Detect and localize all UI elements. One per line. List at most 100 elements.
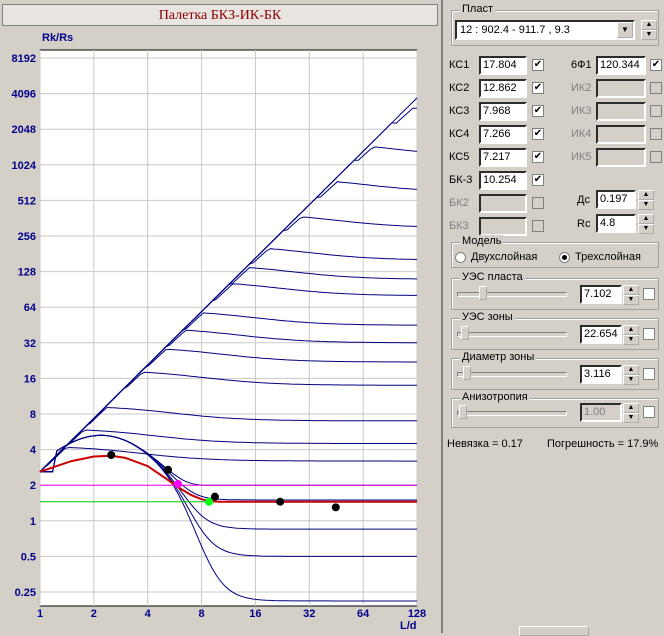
palette-chart[interactable]: 1 2 4 8 16 32 64 128819240962048102451225612864… [0,26,441,633]
diam-field[interactable]: 3.116 [580,365,622,384]
uzs-zone-checkbox[interactable] [643,328,655,340]
param-label: КС3 [449,105,470,117]
param-checkbox[interactable]: ✔ [532,151,544,163]
dc-field[interactable]: 0.197 [596,190,636,209]
chart-title: Палетка БКЗ-ИК-БК [2,4,438,26]
arrow-up-icon[interactable]: ▲ [623,285,639,295]
param-label: КС2 [449,82,470,94]
arrow-up-icon[interactable]: ▲ [641,20,657,30]
param-label: БК2 [449,197,469,209]
highlight-point [173,479,182,488]
uzs-plast-field[interactable]: 7.102 [580,285,622,304]
param-field[interactable]: 7.266 [479,125,527,144]
param-field[interactable]: 7.968 [479,102,527,121]
measured-point [164,465,173,474]
x-tick-label: 16 [249,608,261,620]
aniso-slider[interactable] [457,403,567,423]
plast-select[interactable]: 12 : 902.4 - 911.7 , 9.3 ▼ [455,20,635,40]
model-two-label: Двухслойная [471,251,538,263]
arrow-down-icon[interactable]: ▼ [638,224,654,234]
param-field[interactable]: 12.862 [479,79,527,98]
param-checkbox[interactable]: ✔ [650,59,662,71]
param-checkbox[interactable]: ✔ [532,82,544,94]
model-three-radio[interactable] [559,252,570,263]
param-field[interactable]: 10.254 [479,171,527,190]
param-checkbox[interactable] [650,105,662,117]
rc-spinner[interactable]: ▲ ▼ [638,214,654,234]
param-label: 6Ф1 [571,59,592,71]
y-tick-label: 1 [30,516,36,528]
param-field[interactable]: 7.217 [479,148,527,167]
aniso-field[interactable]: 1.00 [580,403,622,422]
diam-slider[interactable] [457,364,567,384]
y-tick-label: 8192 [12,53,36,65]
param-checkbox[interactable]: ✔ [532,105,544,117]
x-tick-label: 8 [199,608,205,620]
param-field[interactable] [596,148,646,167]
measured-point [276,497,285,506]
param-label: ИК5 [571,151,592,163]
uzs-plast-spinner[interactable]: ▲ ▼ [623,285,639,305]
model-two-radio[interactable] [455,252,466,263]
param-checkbox[interactable] [650,82,662,94]
arrow-up-icon[interactable]: ▲ [638,190,654,200]
arrow-down-icon[interactable]: ▼ [623,295,639,305]
slider-thumb[interactable] [463,366,471,380]
arrow-up-icon[interactable]: ▲ [623,325,639,335]
y-tick-label: 2048 [12,124,36,136]
param-checkbox[interactable]: ✔ [532,174,544,186]
aniso-spinner[interactable]: ▲ ▼ [623,403,639,423]
arrow-up-icon[interactable]: ▲ [623,403,639,413]
rc-field[interactable]: 4.8 [596,214,636,233]
arrow-down-icon[interactable]: ▼ [638,200,654,210]
slider-thumb[interactable] [479,286,487,300]
param-field[interactable] [596,125,646,144]
arrow-down-icon[interactable]: ▼ [641,30,657,40]
slider-thumb[interactable] [459,405,467,419]
slider-thumb[interactable] [461,326,469,340]
param-field[interactable] [479,194,527,213]
y-tick-label: 16 [24,373,36,385]
y-tick-label: 1024 [12,160,37,172]
param-field[interactable]: 120.344 [596,56,646,75]
uzs-zone-slider[interactable] [457,324,567,344]
param-field[interactable] [479,217,527,236]
arrow-up-icon[interactable]: ▲ [623,365,639,375]
param-checkbox[interactable] [532,197,544,209]
param-checkbox[interactable]: ✔ [532,128,544,140]
param-field[interactable]: 17.804 [479,56,527,75]
uzs-plast-slider[interactable] [457,284,567,304]
uzs-zone-field[interactable]: 22.654 [580,325,622,344]
model-three-label: Трехслойная [575,251,641,263]
param-label: ИК4 [571,128,592,140]
y-tick-label: 32 [24,338,36,350]
arrow-down-icon[interactable]: ▼ [623,413,639,423]
arrow-down-icon[interactable]: ▼ [623,335,639,345]
chevron-down-icon[interactable]: ▼ [617,22,633,38]
uzs-zone-spinner[interactable]: ▲ ▼ [623,325,639,345]
param-checkbox[interactable] [650,151,662,163]
arrow-down-icon[interactable]: ▼ [623,375,639,385]
model-group-title: Модель [460,235,504,247]
plast-spinner[interactable]: ▲ ▼ [641,20,657,40]
uzs-plast-checkbox[interactable] [643,288,655,300]
param-checkbox[interactable]: ✔ [532,59,544,71]
diam-spinner[interactable]: ▲ ▼ [623,365,639,385]
param-field[interactable] [596,102,646,121]
param-label: БК-3 [449,174,473,186]
uzs-zone-title: УЭС зоны [460,311,515,323]
x-axis-label: L/d [400,620,417,632]
param-checkbox[interactable] [650,128,662,140]
param-checkbox[interactable] [532,220,544,232]
y-tick-label: 64 [24,302,37,314]
y-tick-label: 256 [18,231,36,243]
aniso-checkbox[interactable] [643,406,655,418]
aniso-title: Анизотропия [460,391,530,403]
dc-spinner[interactable]: ▲ ▼ [638,190,654,210]
diam-checkbox[interactable] [643,368,655,380]
highlight-point [204,497,213,506]
param-label: БК3 [449,220,469,232]
arrow-up-icon[interactable]: ▲ [638,214,654,224]
param-field[interactable] [596,79,646,98]
panel-bottom-button[interactable] [519,626,589,636]
